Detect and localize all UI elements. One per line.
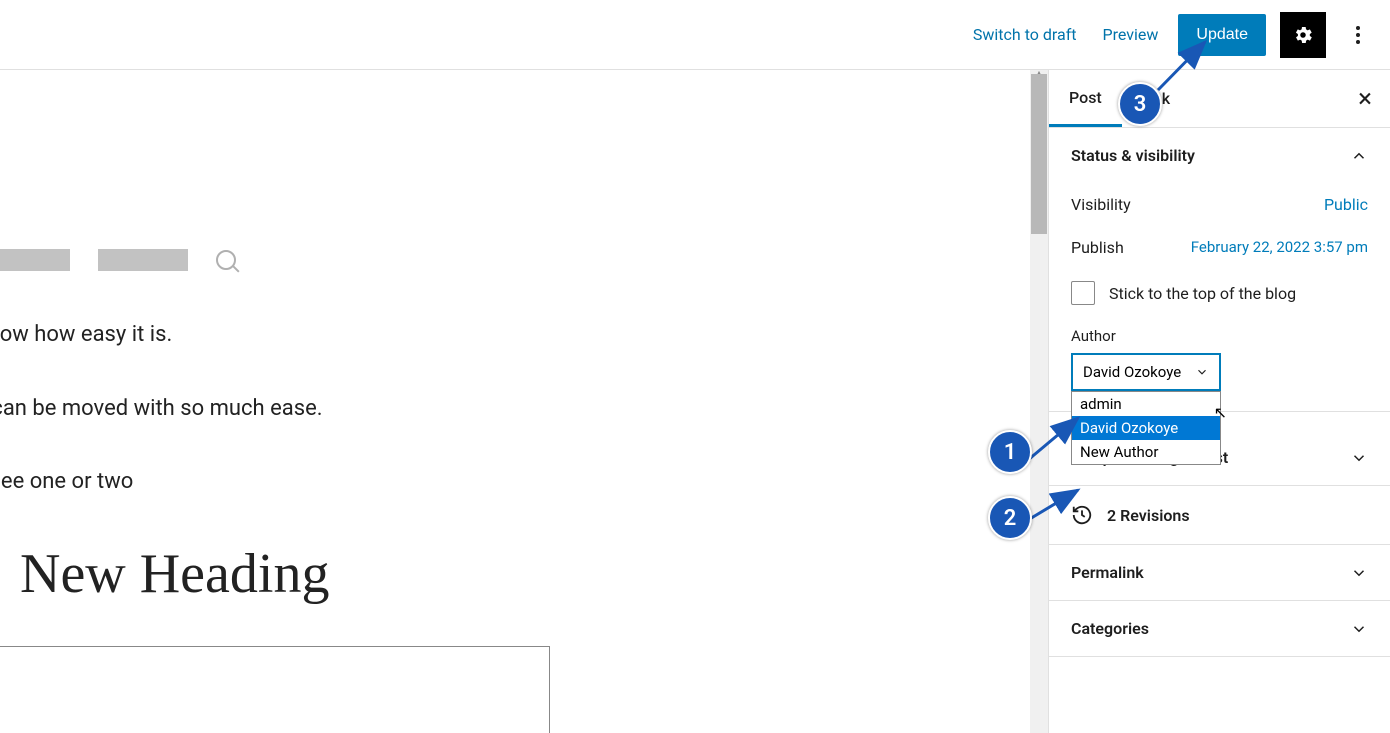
sidebar-tabs: Post k × <box>1049 70 1390 128</box>
placeholder-block <box>98 249 188 271</box>
annotation-3: 3 <box>1118 82 1162 126</box>
author-option-david[interactable]: David Ozokoye <box>1072 416 1220 440</box>
panel-header-status[interactable]: Status & visibility <box>1049 128 1390 183</box>
tab-post[interactable]: Post <box>1049 70 1122 127</box>
paragraph[interactable]: it you will know how easy it is. <box>0 321 780 350</box>
panel-title: Permalink <box>1071 563 1144 582</box>
visibility-value[interactable]: Public <box>1324 195 1368 214</box>
switch-to-draft-link[interactable]: Switch to draft <box>967 17 1083 52</box>
editor-canvas[interactable]: Post it you will know how easy it is. o … <box>0 70 1030 733</box>
annotation-2: 2 <box>988 496 1032 540</box>
revisions-button[interactable]: 2 Revisions <box>1049 486 1390 545</box>
publish-date[interactable]: February 22, 2022 3:57 pm <box>1191 238 1368 257</box>
toolbar: Switch to draft Preview Update <box>0 0 1390 70</box>
update-button[interactable]: Update <box>1178 14 1266 56</box>
placeholder-row <box>0 249 780 271</box>
revisions-label: 2 Revisions <box>1107 506 1190 525</box>
embed-title: d URL <box>0 677 529 709</box>
panel-categories[interactable]: Categories <box>1049 601 1390 656</box>
publish-label: Publish <box>1071 238 1124 257</box>
post-title[interactable]: Post <box>0 130 780 209</box>
panel-status-visibility: Status & visibility Visibility Public Pu… <box>1049 128 1390 412</box>
placeholder-block <box>0 249 70 271</box>
chevron-up-icon <box>1350 147 1368 165</box>
author-selected-value: David Ozokoye <box>1083 363 1181 381</box>
more-options-button[interactable] <box>1340 12 1376 58</box>
close-sidebar-button[interactable]: × <box>1358 86 1372 112</box>
paragraph[interactable]: agraphs to see one or two <box>0 468 780 497</box>
history-icon <box>1071 504 1093 526</box>
chevron-down-icon <box>1350 564 1368 582</box>
preview-link[interactable]: Preview <box>1097 17 1165 52</box>
scroll-thumb[interactable] <box>1031 74 1047 234</box>
settings-sidebar: Post k × Status & visibility Visibility … <box>1048 70 1390 733</box>
dots-vertical-icon <box>1346 23 1370 47</box>
cursor-icon: ↖ <box>1214 403 1227 422</box>
heading[interactable]: New Heading <box>20 542 780 606</box>
panel-title: Categories <box>1071 619 1149 638</box>
stick-label: Stick to the top of the blog <box>1109 284 1296 303</box>
author-select[interactable]: David Ozokoye admin David Ozokoye New Au… <box>1071 353 1221 391</box>
author-option-new[interactable]: New Author <box>1072 440 1220 464</box>
embed-block[interactable]: d URL content you want to display on you… <box>0 646 550 733</box>
chevron-down-icon <box>1350 449 1368 467</box>
author-option-admin[interactable]: admin <box>1072 392 1220 416</box>
settings-button[interactable] <box>1280 12 1326 58</box>
paragraph[interactable]: o see if list can be moved with so much … <box>0 395 780 424</box>
panel-permalink[interactable]: Permalink <box>1049 545 1390 600</box>
author-dropdown-list: admin David Ozokoye New Author <box>1071 391 1221 465</box>
annotation-1: 1 <box>988 430 1032 474</box>
visibility-label: Visibility <box>1071 195 1131 214</box>
panel-title: Status & visibility <box>1071 146 1195 165</box>
chevron-down-icon <box>1195 365 1209 379</box>
author-label: Author <box>1071 317 1368 353</box>
search-icon <box>216 250 236 270</box>
gear-icon <box>1292 24 1314 46</box>
chevron-down-icon <box>1350 620 1368 638</box>
stick-checkbox[interactable] <box>1071 281 1095 305</box>
editor-scrollbar[interactable]: ▴ <box>1030 70 1048 733</box>
